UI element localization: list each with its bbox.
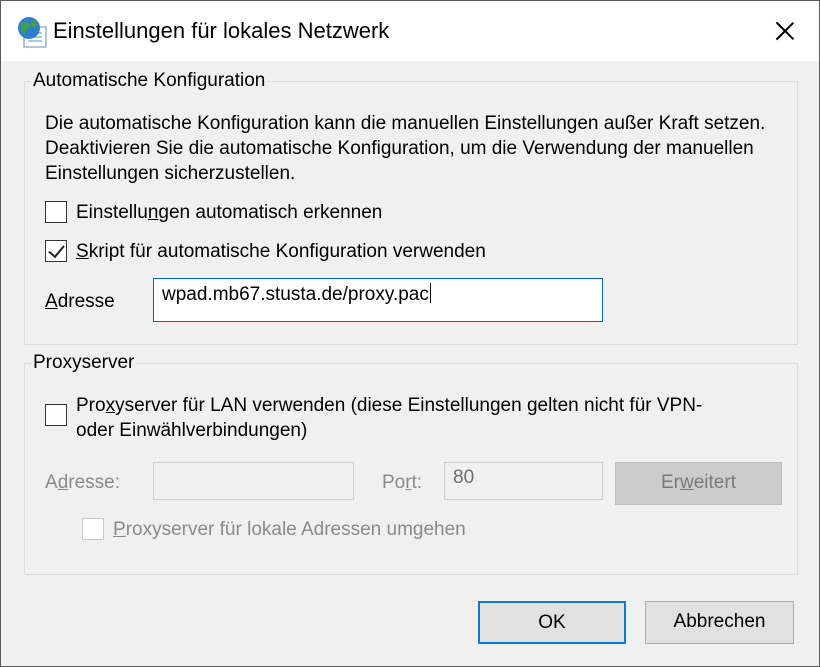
- cancel-button[interactable]: Abbrechen: [645, 601, 794, 644]
- checkmark-icon: [48, 240, 65, 259]
- port-label: Port:: [382, 472, 423, 493]
- globe-network-icon: [18, 17, 47, 48]
- use-script-checkbox[interactable]: [45, 240, 67, 262]
- auto-detect-checkbox[interactable]: [45, 201, 67, 223]
- use-proxy-checkbox[interactable]: [45, 404, 67, 426]
- script-address-label: Adresse: [45, 291, 115, 312]
- proxy-address-input[interactable]: [153, 462, 354, 500]
- proxy-address-label: Adresse:: [45, 472, 121, 493]
- bypass-local-label[interactable]: Proxyserver für lokale Adressen umgehen: [113, 517, 466, 542]
- proxy-legend: Proxyserver: [31, 352, 137, 374]
- close-button[interactable]: [765, 11, 805, 51]
- text-caret: [429, 283, 431, 303]
- ok-button[interactable]: OK: [478, 601, 626, 644]
- title-bar: Einstellungen für lokales Netzwerk: [1, 1, 819, 61]
- advanced-button[interactable]: Erweitert: [615, 462, 782, 505]
- auto-config-legend: Automatische Konfiguration: [31, 70, 268, 92]
- use-proxy-label[interactable]: Proxyserver für LAN verwenden (diese Ein…: [76, 393, 786, 443]
- use-script-label[interactable]: Skript für automatische Konfiguration ve…: [76, 239, 486, 264]
- auto-detect-label[interactable]: Einstellungen automatisch erkennen: [76, 200, 382, 225]
- auto-config-description: Die automatische Konfiguration kann die …: [45, 113, 766, 184]
- port-input[interactable]: 80: [444, 462, 603, 500]
- dialog-window: Einstellungen für lokales Netzwerk Autom…: [0, 0, 820, 667]
- bypass-local-checkbox[interactable]: [82, 518, 104, 540]
- window-title: Einstellungen für lokales Netzwerk: [53, 18, 390, 43]
- script-address-input[interactable]: wpad.mb67.stusta.de/proxy.pac: [153, 278, 603, 322]
